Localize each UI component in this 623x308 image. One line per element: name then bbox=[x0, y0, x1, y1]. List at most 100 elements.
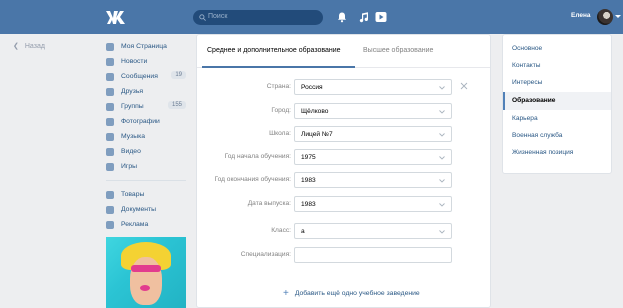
bell-icon[interactable] bbox=[336, 11, 348, 23]
photos-icon bbox=[106, 117, 114, 126]
add-school-label: Добавить ещё одно учебное заведение bbox=[294, 290, 420, 297]
plus-icon: + bbox=[283, 288, 289, 299]
documents-icon bbox=[106, 205, 114, 214]
search-icon bbox=[199, 14, 206, 21]
tab-higher-education[interactable]: Высшее образование bbox=[363, 47, 433, 54]
sidebar-item-label: Фотографии bbox=[121, 118, 160, 125]
menu-item-main[interactable]: Основное bbox=[503, 40, 611, 58]
chevron-left-icon: ❮ bbox=[13, 43, 19, 50]
search-input[interactable]: Поиск bbox=[193, 10, 323, 25]
user-name[interactable]: Елена bbox=[571, 12, 591, 19]
chevron-down-icon bbox=[439, 179, 445, 183]
music-icon[interactable] bbox=[358, 11, 370, 23]
grad-date-select[interactable]: 1983 bbox=[294, 196, 452, 212]
menu-item-interests[interactable]: Интересы bbox=[503, 74, 611, 92]
class-select[interactable]: а bbox=[294, 223, 452, 239]
chevron-down-icon bbox=[439, 133, 445, 137]
specialization-label: Специализация: bbox=[240, 251, 291, 258]
end-year-value: 1983 bbox=[301, 177, 316, 184]
start-year-row: Год начала обучения: 1975 bbox=[197, 149, 490, 165]
top-bar: Поиск Елена bbox=[0, 0, 623, 34]
sidebar-item-groups[interactable]: Группы 155 bbox=[106, 99, 186, 114]
city-value: Щёлково bbox=[301, 108, 329, 115]
school-value: Лицей №7 bbox=[301, 131, 333, 138]
messages-icon bbox=[106, 72, 114, 81]
start-year-value: 1975 bbox=[301, 154, 316, 161]
sidebar-item-label: Товары bbox=[121, 191, 145, 198]
sidebar-item-label: Новости bbox=[121, 58, 148, 65]
chevron-down-icon bbox=[439, 110, 445, 114]
start-year-label: Год начала обучения: bbox=[224, 153, 291, 160]
sidebar-item-label: Группы bbox=[121, 103, 144, 110]
groups-icon bbox=[106, 102, 114, 111]
grad-date-label: Дата выпуска: bbox=[247, 200, 291, 207]
menu-item-contacts[interactable]: Контакты bbox=[503, 57, 611, 75]
play-icon[interactable] bbox=[375, 11, 387, 23]
sidebar-item-label: Сообщения bbox=[121, 73, 158, 80]
end-year-row: Год окончания обучения: 1983 bbox=[197, 172, 490, 188]
sidebar-item-goods[interactable]: Товары bbox=[106, 187, 186, 202]
chevron-down-icon bbox=[439, 230, 445, 234]
music-icon bbox=[106, 132, 114, 141]
class-value: а bbox=[301, 228, 305, 235]
end-year-label: Год окончания обучения: bbox=[214, 176, 291, 183]
chevron-down-icon bbox=[439, 86, 445, 90]
start-year-select[interactable]: 1975 bbox=[294, 149, 452, 165]
school-select[interactable]: Лицей №7 bbox=[294, 126, 452, 142]
ads-icon bbox=[106, 220, 114, 229]
city-label: Город: bbox=[271, 107, 291, 114]
sidebar-item-label: Реклама bbox=[121, 221, 149, 228]
sidebar-item-label: Документы bbox=[121, 206, 157, 213]
ad-lips bbox=[140, 285, 150, 291]
sidebar-item-label: Моя Страница bbox=[121, 43, 167, 50]
menu-item-education[interactable]: Образование bbox=[503, 92, 611, 110]
add-school-link[interactable]: + Добавить ещё одно учебное заведение bbox=[283, 288, 420, 299]
city-select[interactable]: Щёлково bbox=[294, 103, 452, 119]
sidebar-item-video[interactable]: Видео bbox=[106, 144, 186, 159]
sidebar-item-documents[interactable]: Документы bbox=[106, 202, 186, 217]
close-icon[interactable] bbox=[460, 82, 468, 90]
sidebar-item-games[interactable]: Игры bbox=[106, 159, 186, 174]
sidebar-item-label: Видео bbox=[121, 148, 141, 155]
country-value: Россия bbox=[301, 84, 323, 91]
avatar[interactable] bbox=[597, 9, 613, 25]
chevron-down-icon bbox=[439, 156, 445, 160]
menu-item-career[interactable]: Карьера bbox=[503, 110, 611, 128]
sidebar-item-label: Друзья bbox=[121, 88, 144, 95]
sidebar-item-ads[interactable]: Реклама bbox=[106, 217, 186, 232]
divider bbox=[106, 180, 186, 181]
grad-date-row: Дата выпуска: 1983 bbox=[197, 196, 490, 212]
country-row: Страна: Россия bbox=[197, 79, 490, 95]
menu-item-military[interactable]: Военная служба bbox=[503, 127, 611, 145]
search-placeholder: Поиск bbox=[208, 13, 228, 20]
ad-image[interactable] bbox=[106, 237, 186, 308]
menu-item-life-position[interactable]: Жизненная позиция bbox=[503, 144, 611, 162]
settings-menu: Основное Контакты Интересы Образование К… bbox=[502, 34, 612, 174]
school-label: Школа: bbox=[269, 130, 291, 137]
city-row: Город: Щёлково bbox=[197, 103, 490, 119]
specialization-input[interactable] bbox=[294, 247, 452, 263]
vk-logo-icon[interactable] bbox=[105, 9, 127, 25]
class-label: Класс: bbox=[271, 227, 291, 234]
video-icon bbox=[106, 147, 114, 156]
tab-secondary-education[interactable]: Среднее и дополнительное образование bbox=[207, 47, 341, 54]
games-icon bbox=[106, 162, 114, 171]
sidebar-nav: Моя Страница Новости Сообщения 19 Друзья … bbox=[106, 39, 186, 232]
country-select[interactable]: Россия bbox=[294, 79, 452, 95]
sidebar-item-messages[interactable]: Сообщения 19 bbox=[106, 69, 186, 84]
back-link[interactable]: ❮ Назад bbox=[13, 42, 45, 50]
class-row: Класс: а bbox=[197, 223, 490, 239]
home-icon bbox=[106, 42, 114, 51]
country-label: Страна: bbox=[266, 83, 291, 90]
count-badge: 19 bbox=[171, 71, 186, 79]
end-year-select[interactable]: 1983 bbox=[294, 172, 452, 188]
sidebar-item-friends[interactable]: Друзья bbox=[106, 84, 186, 99]
school-row: Школа: Лицей №7 bbox=[197, 126, 490, 142]
news-icon bbox=[106, 57, 114, 66]
sidebar-item-music[interactable]: Музыка bbox=[106, 129, 186, 144]
chevron-down-icon[interactable] bbox=[615, 15, 621, 18]
education-panel: Среднее и дополнительное образование Выс… bbox=[196, 34, 491, 308]
sidebar-item-photos[interactable]: Фотографии bbox=[106, 114, 186, 129]
sidebar-item-news[interactable]: Новости bbox=[106, 54, 186, 69]
sidebar-item-my-page[interactable]: Моя Страница bbox=[106, 39, 186, 54]
